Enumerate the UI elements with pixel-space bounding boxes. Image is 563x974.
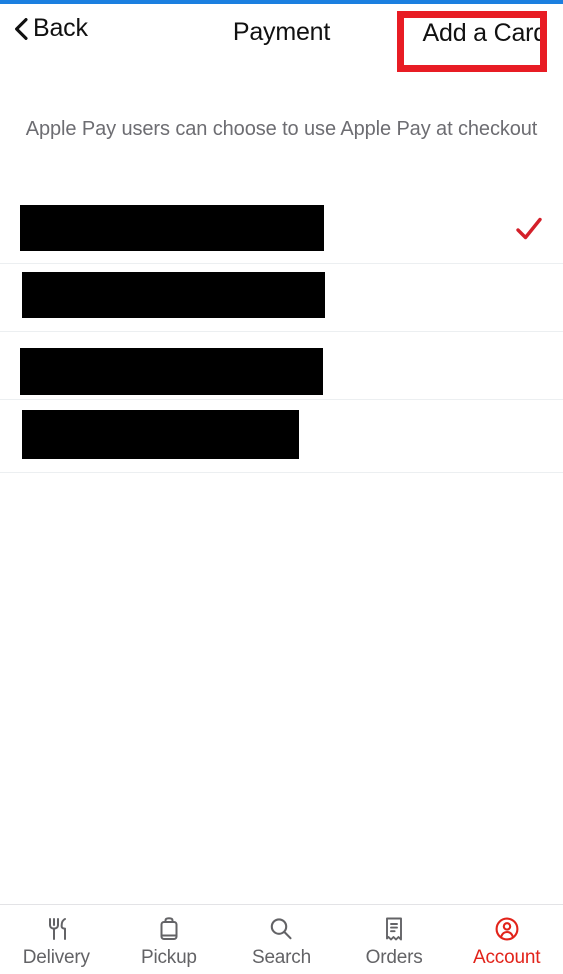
payment-method-list — [0, 195, 563, 473]
apple-pay-note: Apple Pay users can choose to use Apple … — [25, 118, 538, 140]
payment-method-row[interactable] — [0, 400, 563, 473]
redacted-card-label — [22, 410, 299, 459]
payment-method-row[interactable] — [0, 264, 563, 332]
shopping-bag-icon — [160, 917, 178, 940]
receipt-icon — [386, 917, 403, 941]
tab-label: Search — [251, 947, 311, 968]
tab-label: Delivery — [22, 947, 90, 968]
tab-label: Pickup — [140, 947, 197, 968]
account-circle-icon — [495, 917, 519, 941]
tab-label: Orders — [365, 947, 423, 968]
tab-pickup[interactable]: Pickup — [113, 905, 226, 967]
bottom-tab-bar: Delivery Pickup Search Orders Account — [0, 904, 563, 974]
redacted-card-label — [22, 272, 325, 318]
tab-delivery[interactable]: Delivery — [0, 905, 113, 967]
tab-label: Account — [473, 947, 541, 968]
check-icon — [516, 217, 542, 240]
redacted-card-label — [20, 348, 323, 395]
search-icon — [271, 918, 293, 940]
tab-account[interactable]: Account — [450, 905, 563, 967]
tab-search[interactable]: Search — [225, 905, 338, 967]
tab-orders[interactable]: Orders — [338, 905, 451, 967]
navigation-bar: Back Payment Add a Card — [0, 4, 563, 78]
add-a-card-button[interactable]: Add a Card — [423, 21, 548, 46]
redacted-card-label — [20, 205, 324, 251]
fork-knife-icon — [49, 918, 67, 940]
payment-method-row[interactable] — [0, 332, 563, 400]
payment-method-row[interactable] — [0, 195, 563, 264]
app-screen: Back Payment Add a Card Apple Pay users … — [0, 0, 563, 974]
